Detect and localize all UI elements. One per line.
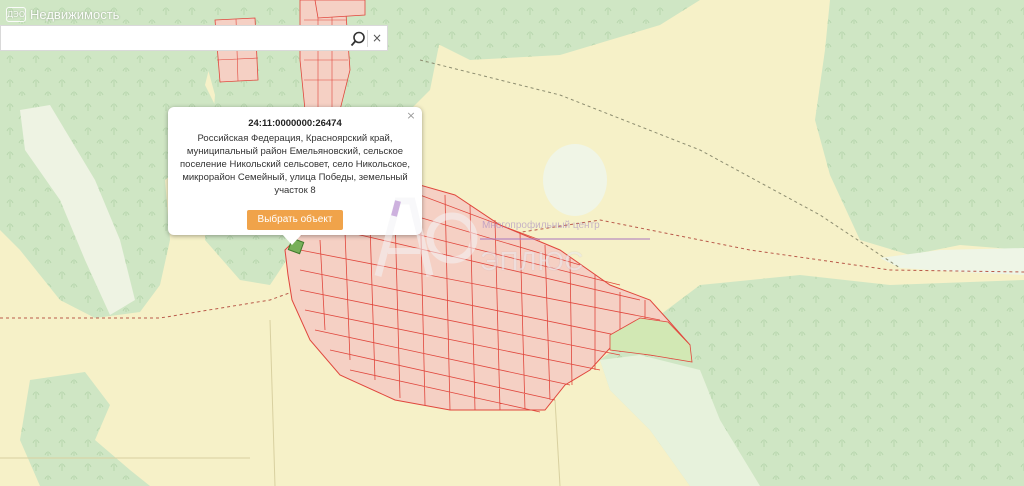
parcel-info-popup: × 24:11:0000000:26474 Российская Федерац…	[168, 107, 422, 245]
brand: ДЭО Недвижимость	[6, 5, 119, 23]
brand-label: Недвижимость	[30, 6, 120, 22]
clearing	[543, 144, 607, 216]
select-object-button[interactable]: Выбрать объект	[246, 210, 344, 230]
search-input[interactable]	[7, 29, 341, 49]
search-bar: ×	[0, 25, 388, 51]
parcel-address: Российская Федерация, Красноярский край,…	[180, 133, 410, 196]
map-viewport[interactable]: ДЭО Недвижимость × × 24:11:0000000:26474…	[0, 0, 1024, 486]
search-separator	[367, 30, 368, 47]
cadastral-map[interactable]	[0, 0, 1024, 486]
search-icon	[350, 31, 365, 47]
north-settlement-3	[314, 0, 366, 19]
brand-logo-icon: ДЭО	[6, 6, 26, 22]
close-popup-icon[interactable]: ×	[405, 110, 417, 122]
search-button[interactable]	[349, 30, 367, 48]
popup-pointer	[282, 234, 302, 245]
cadastral-number: 24:11:0000000:26474	[248, 118, 342, 129]
clear-search-button[interactable]: ×	[370, 29, 384, 47]
